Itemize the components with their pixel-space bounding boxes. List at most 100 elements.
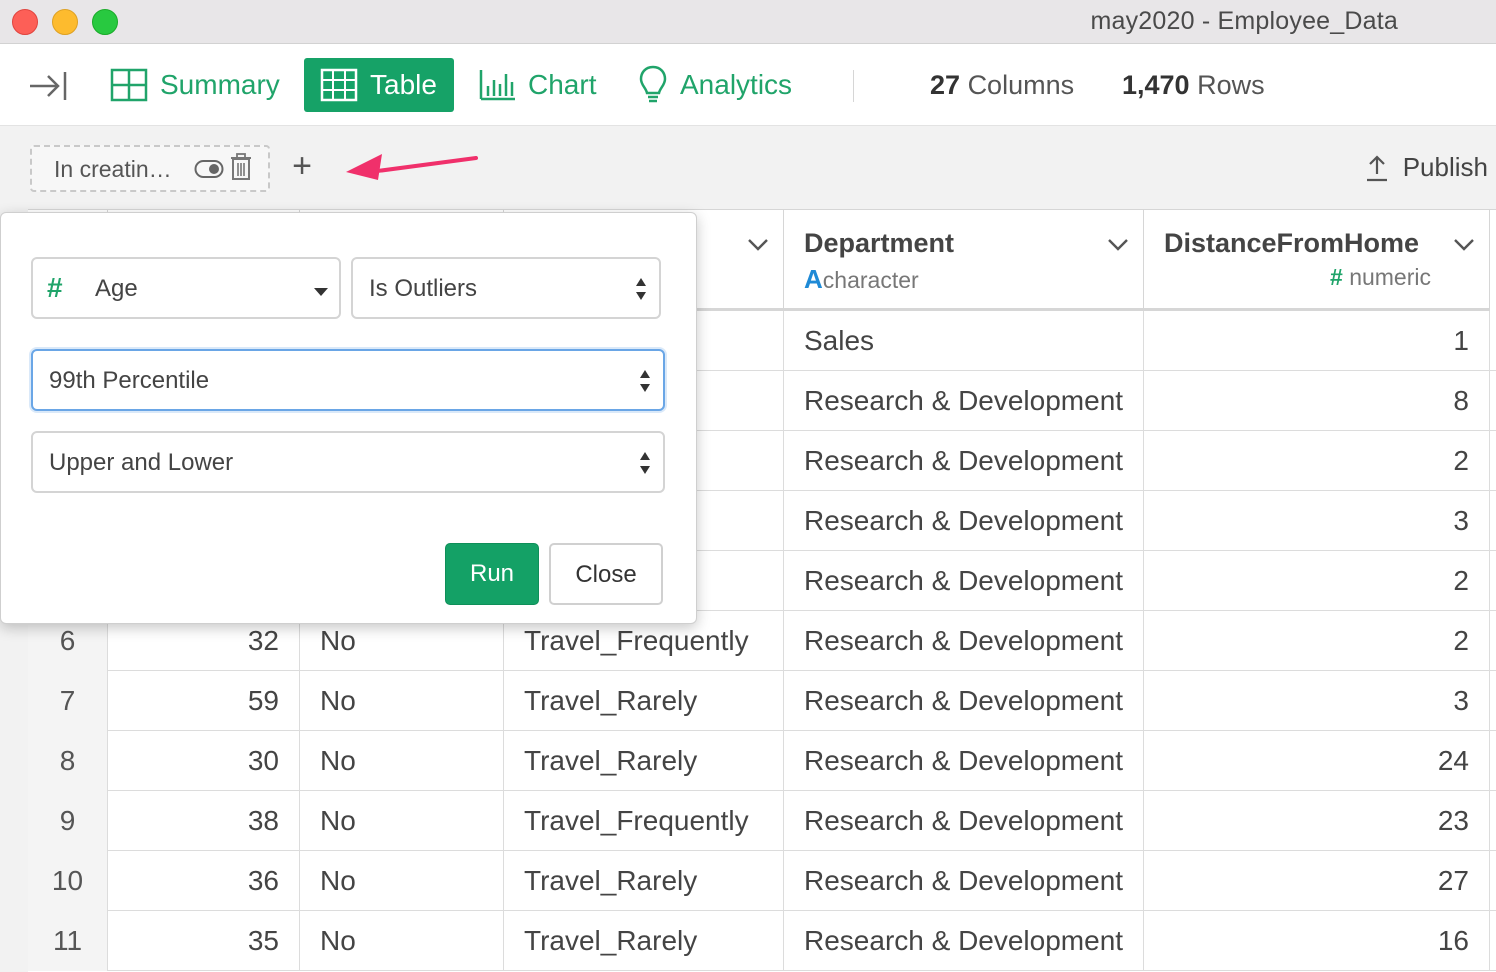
numeric-type-icon: # <box>47 272 63 303</box>
column-type-label: character <box>822 267 919 293</box>
businesstravel-cell[interactable]: Travel_Rarely <box>504 851 784 911</box>
toggle-icon[interactable] <box>194 159 224 179</box>
tab-chart-label: Chart <box>528 69 597 100</box>
condition-select[interactable]: Is Outliers <box>351 257 661 319</box>
publish-button[interactable]: Publish <box>1365 152 1488 183</box>
updown-arrows-icon <box>640 452 650 474</box>
department-cell[interactable]: Research & Development <box>784 731 1144 791</box>
distancefromhome-cell[interactable]: 24 <box>1144 731 1490 791</box>
step-in-creation[interactable]: In creatin… <box>30 145 270 192</box>
column-header-distancefromhome[interactable]: DistanceFromHome # numeric <box>1144 210 1490 311</box>
businesstravel-cell[interactable]: Travel_Frequently <box>504 791 784 851</box>
window-title: may2020 - Employee_Data <box>1090 7 1398 35</box>
distancefromhome-cell[interactable]: 2 <box>1144 611 1490 671</box>
table-row[interactable]: 7 59 No Travel_Rarely Research & Development… <box>28 671 1496 731</box>
row-index-cell[interactable]: 10 <box>28 851 108 911</box>
column-select[interactable]: # Age <box>31 257 341 319</box>
column-name: Department <box>804 228 955 258</box>
businesstravel-cell[interactable]: Travel_Rarely <box>504 911 784 971</box>
method-select[interactable]: 99th Percentile <box>31 349 665 411</box>
tab-analytics[interactable]: Analytics <box>622 58 808 112</box>
distancefromhome-cell[interactable]: 1 <box>1144 311 1490 371</box>
department-cell[interactable]: Research & Development <box>784 491 1144 551</box>
department-cell[interactable]: Sales <box>784 311 1144 371</box>
row-index-cell[interactable]: 11 <box>28 911 108 971</box>
distancefromhome-cell[interactable]: 27 <box>1144 851 1490 911</box>
chevron-down-icon[interactable] <box>1453 238 1475 252</box>
tab-summary[interactable]: Summary <box>94 58 296 112</box>
minimize-window-button[interactable] <box>52 9 78 35</box>
distancefromhome-cell[interactable]: 23 <box>1144 791 1490 851</box>
distancefromhome-cell[interactable]: 3 <box>1144 491 1490 551</box>
attrition-cell[interactable]: No <box>300 731 504 791</box>
rows-count-value: 1,470 <box>1122 70 1190 100</box>
columns-count: 27 Columns <box>930 70 1074 101</box>
department-cell[interactable]: Research & Development <box>784 551 1144 611</box>
columns-count-value: 27 <box>930 70 961 100</box>
character-type-icon: A <box>804 264 823 294</box>
add-step-button[interactable]: + <box>287 146 317 186</box>
attrition-cell[interactable]: No <box>300 791 504 851</box>
table-row[interactable]: 10 36 No Travel_Rarely Research & Developmen… <box>28 851 1496 911</box>
condition-select-value: Is Outliers <box>369 275 478 302</box>
table-row[interactable]: 9 38 No Travel_Frequently Research & Develop… <box>28 791 1496 851</box>
caret-down-icon <box>314 288 328 296</box>
age-cell[interactable]: 36 <box>108 851 300 911</box>
close-window-button[interactable] <box>12 9 38 35</box>
tab-table[interactable]: Table <box>304 58 454 112</box>
close-button[interactable]: Close <box>549 543 663 605</box>
businesstravel-cell[interactable]: Travel_Rarely <box>504 731 784 791</box>
method-select-value: 99th Percentile <box>49 367 210 394</box>
businesstravel-cell[interactable]: Travel_Rarely <box>504 671 784 731</box>
department-cell[interactable]: Research & Development <box>784 371 1144 431</box>
department-cell[interactable]: Research & Development <box>784 791 1144 851</box>
attrition-cell[interactable]: No <box>300 911 504 971</box>
tab-chart[interactable]: Chart <box>462 58 612 112</box>
age-cell[interactable]: 35 <box>108 911 300 971</box>
department-cell[interactable]: Research & Development <box>784 911 1144 971</box>
row-index-cell[interactable]: 7 <box>28 671 108 731</box>
tab-table-label: Table <box>370 69 437 100</box>
outlier-filter-dialog: # Age Is Outliers 99th Percentile Upper … <box>0 212 697 624</box>
age-cell[interactable]: 38 <box>108 791 300 851</box>
tab-summary-label: Summary <box>160 69 280 100</box>
summary-grid-icon <box>110 68 148 102</box>
tab-analytics-label: Analytics <box>680 69 793 100</box>
column-header-department[interactable]: Department Acharacter <box>784 210 1144 311</box>
department-cell[interactable]: Research & Development <box>784 851 1144 911</box>
table-icon <box>320 68 358 102</box>
attrition-cell[interactable]: No <box>300 851 504 911</box>
collapse-panel-icon[interactable] <box>28 70 68 102</box>
age-cell[interactable]: 30 <box>108 731 300 791</box>
toolbar-divider <box>853 70 854 102</box>
upload-icon <box>1366 154 1387 181</box>
row-index-cell[interactable]: 8 <box>28 731 108 791</box>
columns-count-label: Columns <box>967 70 1075 100</box>
column-name: DistanceFromHome <box>1164 228 1420 258</box>
column-type: # numeric <box>1330 264 1431 291</box>
chevron-down-icon[interactable] <box>747 238 769 252</box>
department-cell[interactable]: Research & Development <box>784 611 1144 671</box>
table-row[interactable]: 8 30 No Travel_Rarely Research & Development… <box>28 731 1496 791</box>
zoom-window-button[interactable] <box>92 9 118 35</box>
age-cell[interactable]: 59 <box>108 671 300 731</box>
department-cell[interactable]: Research & Development <box>784 671 1144 731</box>
table-row[interactable]: 11 35 No Travel_Rarely Research & Developmen… <box>28 911 1496 971</box>
step-bar: In creatin… + Publish <box>0 126 1496 210</box>
annotation-arrow <box>346 154 478 180</box>
trash-icon[interactable] <box>230 153 252 181</box>
distancefromhome-cell[interactable]: 2 <box>1144 551 1490 611</box>
distancefromhome-cell[interactable]: 2 <box>1144 431 1490 491</box>
distancefromhome-cell[interactable]: 8 <box>1144 371 1490 431</box>
distancefromhome-cell[interactable]: 16 <box>1144 911 1490 971</box>
run-button[interactable]: Run <box>445 543 539 605</box>
row-index-cell[interactable]: 9 <box>28 791 108 851</box>
column-select-value: Age <box>95 275 138 302</box>
department-cell[interactable]: Research & Development <box>784 431 1144 491</box>
attrition-cell[interactable]: No <box>300 671 504 731</box>
chevron-down-icon[interactable] <box>1107 238 1129 252</box>
column-type: Acharacter <box>804 264 919 295</box>
bar-chart-icon <box>479 70 515 101</box>
distancefromhome-cell[interactable]: 3 <box>1144 671 1490 731</box>
side-select[interactable]: Upper and Lower <box>31 431 665 493</box>
